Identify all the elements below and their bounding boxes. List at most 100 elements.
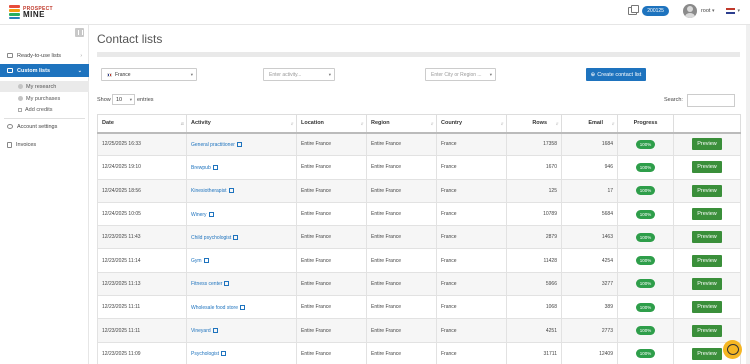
activity-link[interactable]: General practitioner xyxy=(191,141,242,148)
page-scrollbar[interactable] xyxy=(746,25,750,364)
chat-help-icon[interactable] xyxy=(723,340,742,359)
sidebar-subitem-my-research[interactable]: My research xyxy=(0,81,89,92)
activity-link[interactable]: Fitness center xyxy=(191,281,230,287)
activity-link[interactable]: Psychologist xyxy=(191,351,227,357)
column-header-progress: Progress xyxy=(617,114,674,134)
cell-location: Entire France xyxy=(296,131,367,157)
cell-rows: 1068 xyxy=(506,295,562,320)
cell-rows: 2879 xyxy=(506,225,562,250)
external-link-icon xyxy=(203,258,209,264)
preview-button[interactable]: Preview xyxy=(692,208,722,221)
external-link-icon xyxy=(228,188,234,194)
table-row: 12/23/2025 11:14 Gym Entire France Entire F… xyxy=(97,248,741,273)
preview-button[interactable]: Preview xyxy=(692,277,722,290)
create-contact-list-button[interactable]: ⊕ Create contact list xyxy=(586,68,646,81)
chevron-down-icon: ▾ xyxy=(489,72,492,77)
table-row: 12/23/2025 11:13 Fitness center Entire Fra… xyxy=(97,271,741,297)
progress-badge: 100% xyxy=(635,209,656,219)
preview-button[interactable]: Preview xyxy=(692,324,722,337)
column-label: Activity xyxy=(191,120,211,127)
activity-link[interactable]: Kinesiotherapist xyxy=(191,188,234,194)
progress-badge: 100% xyxy=(635,302,656,312)
cell-rows: 125 xyxy=(506,178,562,203)
column-header-location[interactable]: Location ↓↑ xyxy=(296,114,367,134)
cell-rows: 11428 xyxy=(506,248,562,273)
cell-country: France xyxy=(436,248,507,273)
activity-label: Kinesiotherapist xyxy=(191,188,227,195)
plus-icon: ⊕ xyxy=(590,71,596,78)
sort-icon: ↓↑ xyxy=(360,121,364,126)
user-menu[interactable]: root ▾ xyxy=(701,8,715,14)
circle-icon xyxy=(18,84,23,89)
column-header-email[interactable]: Email ↓↑ xyxy=(561,114,618,134)
sidebar: Ready-to-use lists › Custom lists ⌄ My r… xyxy=(0,25,89,364)
user-name: root xyxy=(700,8,711,14)
column-header-actions xyxy=(673,114,741,134)
column-header-date[interactable]: Date ↓≡ xyxy=(97,114,187,134)
search-label: Search: xyxy=(664,97,683,103)
preview-button[interactable]: Preview xyxy=(692,301,722,314)
activity-link[interactable]: Wholesale food store xyxy=(191,304,245,311)
sidebar-item-account-settings[interactable]: Account settings xyxy=(0,120,89,133)
entries-value: 10 xyxy=(116,96,123,103)
chevron-down-icon[interactable]: ▾ xyxy=(737,8,740,14)
credits-badge[interactable]: 200125 xyxy=(642,6,669,16)
preview-button[interactable]: Preview xyxy=(692,184,722,197)
activity-link[interactable]: Vineyard xyxy=(191,328,218,334)
table-row: 12/24/2025 10:05 Winery Entire France Entir… xyxy=(97,201,741,227)
logo[interactable]: PROSPECT MINE xyxy=(9,5,53,19)
cell-location: Entire France xyxy=(296,178,367,203)
preview-button[interactable]: Preview xyxy=(692,254,722,267)
sort-icon: ↓↑ xyxy=(290,121,294,126)
activity-link[interactable]: Gym xyxy=(191,258,209,264)
sidebar-collapse-button[interactable] xyxy=(75,28,84,37)
cell-date: 12/23/2025 11:43 xyxy=(97,225,187,250)
table-row: 12/25/2025 16:33 General practitioner Enti… xyxy=(97,131,741,157)
column-header-country[interactable]: Country ↓↑ xyxy=(436,114,507,134)
cell-location: Entire France xyxy=(296,225,367,250)
preview-button[interactable]: Preview xyxy=(692,161,722,174)
column-header-region[interactable]: Region ↓↑ xyxy=(366,114,437,134)
sidebar-subitem-my-purchases[interactable]: My purchases xyxy=(0,93,89,104)
cell-progress: 100% xyxy=(617,318,674,343)
cell-action: Preview xyxy=(673,178,741,203)
cell-action: Preview xyxy=(673,131,741,157)
cell-activity: Winery xyxy=(186,201,297,227)
column-label: Location xyxy=(301,120,324,127)
progress-badge: 100% xyxy=(635,186,656,196)
cell-country: France xyxy=(436,341,507,364)
column-header-rows[interactable]: Rows ↓↑ xyxy=(506,114,562,134)
cell-activity: Wholesale food store xyxy=(186,295,297,320)
preview-button[interactable]: Preview xyxy=(692,138,722,151)
cell-progress: 100% xyxy=(617,201,674,227)
country-select[interactable]: France ▾ xyxy=(101,68,197,81)
credits-icon xyxy=(628,5,640,15)
activity-select[interactable]: Enter activity... ▾ xyxy=(263,68,335,81)
sidebar-item-ready-to-use-lists[interactable]: Ready-to-use lists › xyxy=(0,49,89,62)
sidebar-item-custom-lists[interactable]: Custom lists ⌄ xyxy=(0,64,89,77)
sidebar-item-invoices[interactable]: Invoices xyxy=(0,138,89,151)
sidebar-item-label: Ready-to-use lists xyxy=(17,52,62,59)
sidebar-item-label: Add credits xyxy=(25,106,53,113)
cell-email: 2773 xyxy=(561,318,618,343)
cell-progress: 100% xyxy=(617,271,674,297)
column-header-activity[interactable]: Activity ↓↑ xyxy=(186,114,297,134)
cell-date: 12/23/2025 11:11 xyxy=(97,318,187,343)
sidebar-item-label: My research xyxy=(26,83,57,90)
preview-button[interactable]: Preview xyxy=(692,347,722,360)
activity-link[interactable]: Winery xyxy=(191,211,214,218)
cell-progress: 100% xyxy=(617,225,674,250)
column-label: Rows xyxy=(532,120,547,127)
language-flag-icon[interactable] xyxy=(726,8,736,14)
top-header: PROSPECT MINE 200125 root ▾ ▾ xyxy=(0,0,750,25)
cell-region: Entire France xyxy=(366,271,437,297)
sidebar-subitem-add-credits[interactable]: Add credits xyxy=(0,104,89,115)
entries-per-page-select[interactable]: 10 ▾ xyxy=(112,94,135,105)
preview-button[interactable]: Preview xyxy=(692,231,722,244)
search-input[interactable] xyxy=(687,94,735,107)
activity-link[interactable]: Child psychologist xyxy=(191,234,239,241)
activity-link[interactable]: Brewpub xyxy=(191,164,218,171)
city-region-select[interactable]: Enter City or Region ... ▾ xyxy=(425,68,496,81)
avatar[interactable] xyxy=(682,4,697,18)
cell-rows: 10789 xyxy=(506,201,562,227)
